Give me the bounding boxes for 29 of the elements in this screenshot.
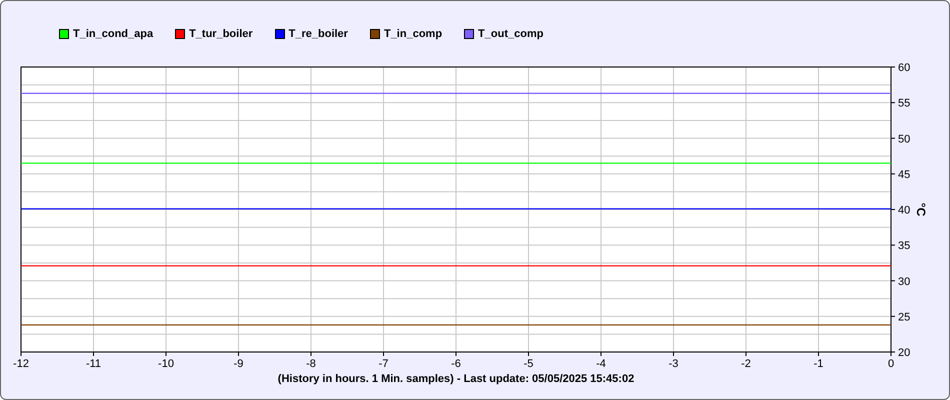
x-tick-label: -10 — [158, 358, 174, 370]
x-tick-label: 0 — [888, 358, 894, 370]
x-tick-label: -12 — [13, 358, 29, 370]
y-tick-label: 50 — [898, 133, 910, 146]
x-tick-label: -6 — [451, 358, 461, 370]
y-tick-label: 45 — [898, 168, 910, 181]
x-tick-label: -2 — [741, 358, 751, 370]
x-tick-label: -11 — [86, 358, 102, 370]
legend-label: T_re_boiler — [288, 26, 348, 42]
y-tick-label: 60 — [898, 62, 910, 74]
legend-label: T_in_comp — [384, 26, 442, 42]
legend-label: T_out_comp — [478, 26, 544, 42]
legend-label: T_tur_boiler — [189, 26, 253, 42]
x-tick-label: -1 — [814, 358, 824, 370]
x-axis-label: (History in hours. 1 Min. samples) - Last update: 05/05/2025 15:45:02 — [278, 373, 634, 385]
x-tick-label: -3 — [668, 358, 678, 370]
y-tick-label: 30 — [898, 276, 910, 288]
y-tick-label: 40 — [898, 204, 910, 216]
x-tick-label: -7 — [378, 358, 388, 370]
y-axis-label: °C — [914, 202, 928, 216]
y-tick-label: 35 — [898, 240, 910, 252]
y-tick-label: 20 — [898, 347, 910, 359]
y-tick-label: 25 — [898, 311, 910, 324]
x-tick-label: -4 — [596, 358, 606, 370]
x-tick-label: -8 — [306, 358, 316, 370]
x-tick-label: -5 — [524, 358, 534, 370]
x-tick-label: -9 — [234, 358, 244, 370]
y-tick-label: 55 — [898, 98, 910, 110]
legend-label: T_in_cond_apa — [73, 26, 154, 42]
